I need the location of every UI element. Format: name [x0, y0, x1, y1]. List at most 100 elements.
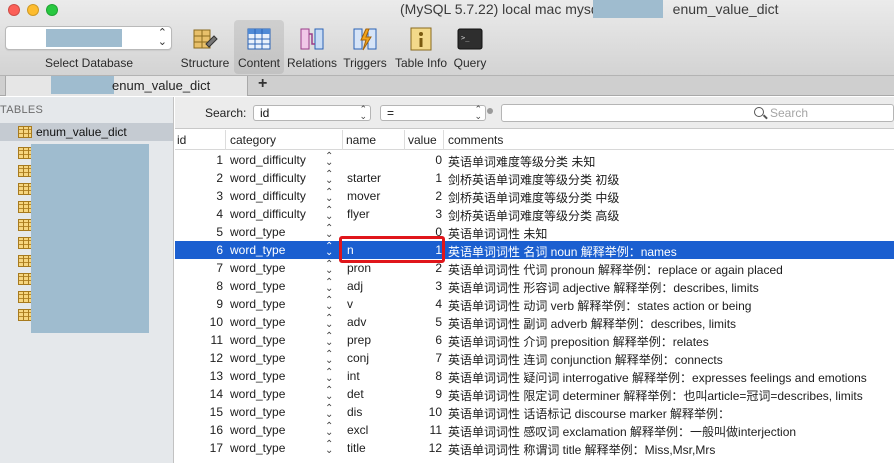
- enum-chevron-icon[interactable]: ⌃ ⌄: [325, 404, 333, 420]
- cell-comments[interactable]: 英语单词难度等级分类 未知: [448, 153, 595, 170]
- enum-chevron-icon[interactable]: ⌃ ⌄: [325, 260, 333, 276]
- column-header-comments[interactable]: comments: [448, 133, 503, 147]
- cell-id[interactable]: 9: [175, 297, 223, 311]
- enum-chevron-icon[interactable]: ⌃ ⌄: [325, 350, 333, 366]
- tab-enum-value-dict[interactable]: enum_value_dict: [5, 76, 248, 96]
- relations-button[interactable]: Relations: [286, 20, 338, 74]
- cell-category[interactable]: word_type: [230, 225, 285, 239]
- minimize-window-button[interactable]: [27, 4, 39, 16]
- cell-comments[interactable]: 英语单词词性 名词 noun 解释举例：names: [448, 243, 677, 260]
- cell-comments[interactable]: 剑桥英语单词难度等级分类 高级: [448, 207, 619, 224]
- enum-chevron-icon[interactable]: ⌃ ⌄: [325, 206, 333, 222]
- cell-category[interactable]: word_type: [230, 351, 285, 365]
- table-row[interactable]: 5 word_type 0 英语单词词性 未知 ⌃ ⌄: [175, 223, 894, 242]
- cell-comments[interactable]: 英语单词词性 限定词 determiner 解释举例：也叫article=冠词=…: [448, 387, 863, 404]
- column-divider[interactable]: [225, 130, 226, 150]
- cell-value[interactable]: 9: [407, 387, 442, 401]
- cell-name[interactable]: excl: [347, 423, 368, 437]
- cell-comments[interactable]: 剑桥英语单词难度等级分类 中级: [448, 189, 619, 206]
- cell-id[interactable]: 5: [175, 225, 223, 239]
- structure-button[interactable]: Structure: [178, 20, 232, 74]
- cell-id[interactable]: 7: [175, 261, 223, 275]
- cell-id[interactable]: 12: [175, 351, 223, 365]
- table-info-button[interactable]: Table Info: [392, 20, 450, 74]
- table-row[interactable]: 3 word_difficulty mover 2 剑桥英语单词难度等级分类 中级 ⌃ ⌄: [175, 187, 894, 206]
- cell-category[interactable]: word_type: [230, 369, 285, 383]
- triggers-button[interactable]: Triggers: [340, 20, 390, 74]
- enum-chevron-icon[interactable]: ⌃ ⌄: [325, 224, 333, 240]
- cell-name[interactable]: v: [347, 297, 353, 311]
- close-window-button[interactable]: [8, 4, 20, 16]
- enum-chevron-icon[interactable]: ⌃ ⌄: [325, 440, 333, 456]
- table-row[interactable]: 8 word_type adj 3 英语单词词性 形容词 adjective 解释举例：…: [175, 277, 894, 296]
- cell-category[interactable]: word_type: [230, 279, 285, 293]
- sidebar-item-label[interactable]: enum_value_dict: [36, 125, 127, 139]
- cell-value[interactable]: 4: [407, 297, 442, 311]
- cell-id[interactable]: 14: [175, 387, 223, 401]
- cell-category[interactable]: word_type: [230, 387, 285, 401]
- query-button[interactable]: >_ Query: [452, 20, 488, 74]
- cell-category[interactable]: word_difficulty: [230, 153, 306, 167]
- enum-chevron-icon[interactable]: ⌃ ⌄: [325, 296, 333, 312]
- search-input[interactable]: [770, 106, 890, 120]
- filter-operator-select[interactable]: = ⌃ ⌄: [380, 105, 486, 121]
- cell-id[interactable]: 6: [175, 243, 223, 257]
- cell-name[interactable]: adv: [347, 315, 366, 329]
- filter-field-select[interactable]: id ⌃ ⌄: [253, 105, 371, 121]
- cell-value[interactable]: 1: [407, 171, 442, 185]
- table-row[interactable]: 1 word_difficulty 0 英语单词难度等级分类 未知 ⌃ ⌄: [175, 151, 894, 170]
- column-header-id[interactable]: id: [177, 133, 186, 147]
- table-row[interactable]: 2 word_difficulty starter 1 剑桥英语单词难度等级分类 初级 ⌃…: [175, 169, 894, 188]
- cell-value[interactable]: 3: [407, 279, 442, 293]
- cell-id[interactable]: 10: [175, 315, 223, 329]
- cell-category[interactable]: word_type: [230, 315, 285, 329]
- cell-category[interactable]: word_difficulty: [230, 171, 306, 185]
- content-button[interactable]: Content: [234, 20, 284, 74]
- cell-category[interactable]: word_type: [230, 261, 285, 275]
- cell-id[interactable]: 4: [175, 207, 223, 221]
- cell-comments[interactable]: 英语单词词性 未知: [448, 225, 547, 242]
- table-row[interactable]: 16 word_type excl 11 英语单词词性 感叹词 exclamation …: [175, 421, 894, 440]
- cell-comments[interactable]: 英语单词词性 疑问词 interrogative 解释举例：expresses …: [448, 369, 867, 386]
- zoom-window-button[interactable]: [46, 4, 58, 16]
- cell-id[interactable]: 13: [175, 369, 223, 383]
- cell-value[interactable]: 11: [407, 423, 442, 437]
- search-field[interactable]: [501, 104, 894, 122]
- column-divider[interactable]: [342, 130, 343, 150]
- column-divider[interactable]: [443, 130, 444, 150]
- cell-id[interactable]: 11: [175, 333, 223, 347]
- cell-name[interactable]: dis: [347, 405, 362, 419]
- cell-comments[interactable]: 英语单词词性 称谓词 title 解释举例：Miss,Msr,Mrs: [448, 441, 715, 458]
- cell-comments[interactable]: 英语单词词性 感叹词 exclamation 解释举例：一般叫做interjec…: [448, 423, 796, 440]
- cell-comments[interactable]: 英语单词词性 形容词 adjective 解释举例：describes, lim…: [448, 279, 759, 296]
- enum-chevron-icon[interactable]: ⌃ ⌄: [325, 278, 333, 294]
- table-row[interactable]: 12 word_type conj 7 英语单词词性 连词 conjunction 解释…: [175, 349, 894, 368]
- cell-category[interactable]: word_type: [230, 297, 285, 311]
- table-row[interactable]: 6 word_type n 1 英语单词词性 名词 noun 解释举例：names ⌃ ⌄: [175, 241, 894, 259]
- table-row[interactable]: 17 word_type title 12 英语单词词性 称谓词 title 解释举例：…: [175, 439, 894, 458]
- enum-chevron-icon[interactable]: ⌃ ⌄: [325, 386, 333, 402]
- cell-name[interactable]: title: [347, 441, 366, 455]
- cell-value[interactable]: 6: [407, 333, 442, 347]
- cell-category[interactable]: word_type: [230, 243, 285, 257]
- cell-value[interactable]: 7: [407, 351, 442, 365]
- cell-value[interactable]: 2: [407, 261, 442, 275]
- cell-value[interactable]: 12: [407, 441, 442, 455]
- cell-comments[interactable]: 英语单词词性 介词 preposition 解释举例：relates: [448, 333, 709, 350]
- database-select[interactable]: ⌃ ⌄: [5, 26, 172, 50]
- cell-value[interactable]: 0: [407, 153, 442, 167]
- add-tab-button[interactable]: +: [258, 75, 267, 93]
- cell-name[interactable]: int: [347, 369, 360, 383]
- enum-chevron-icon[interactable]: ⌃ ⌄: [325, 170, 333, 186]
- table-row[interactable]: 15 word_type dis 10 英语单词词性 话语标记 discourse ma…: [175, 403, 894, 422]
- cell-id[interactable]: 1: [175, 153, 223, 167]
- cell-value[interactable]: 10: [407, 405, 442, 419]
- cell-category[interactable]: word_type: [230, 441, 285, 455]
- cell-id[interactable]: 3: [175, 189, 223, 203]
- table-row[interactable]: 14 word_type det 9 英语单词词性 限定词 determiner 解释举…: [175, 385, 894, 404]
- enum-chevron-icon[interactable]: ⌃ ⌄: [325, 368, 333, 384]
- cell-name[interactable]: pron: [347, 261, 371, 275]
- table-row[interactable]: 7 word_type pron 2 英语单词词性 代词 pronoun 解释举例：re…: [175, 259, 894, 278]
- cell-value[interactable]: 3: [407, 207, 442, 221]
- column-divider[interactable]: [404, 130, 405, 150]
